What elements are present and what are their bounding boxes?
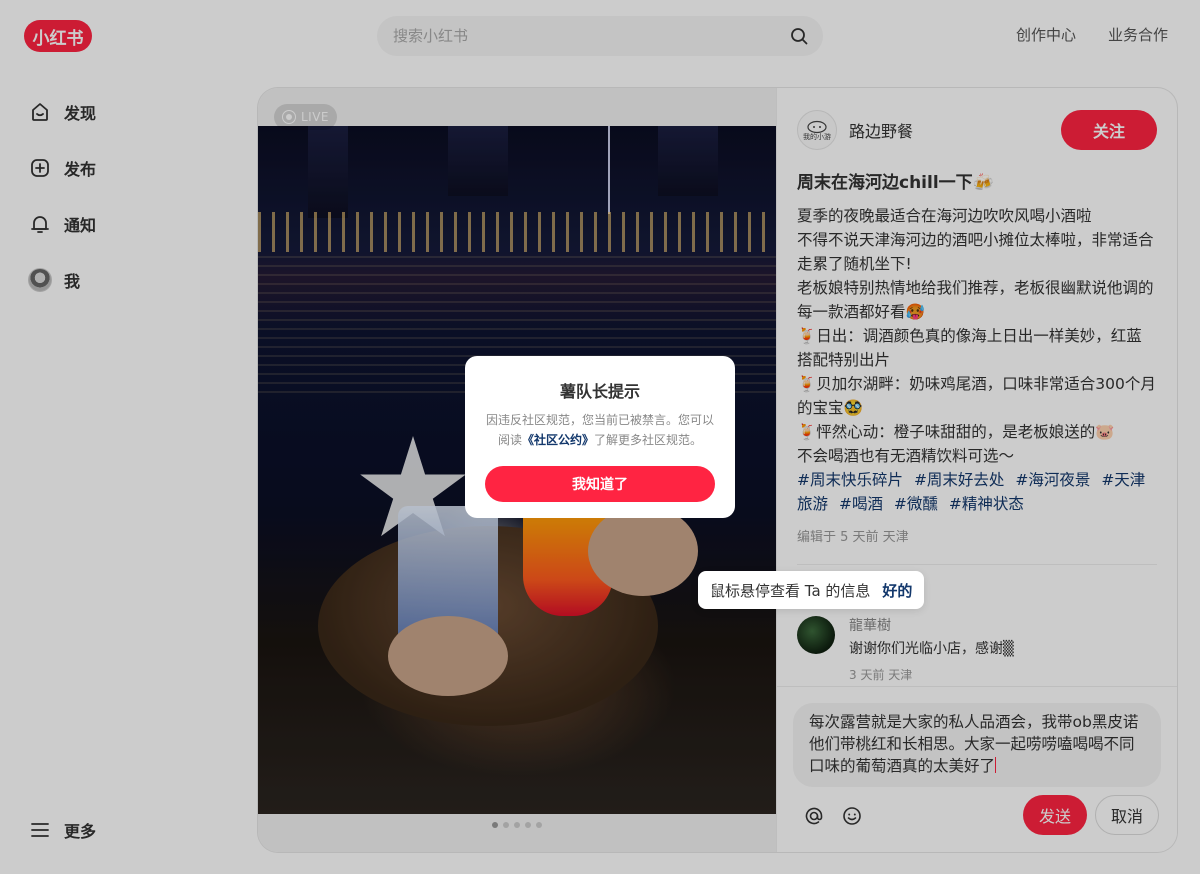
community-rules-link[interactable]: 《社区公约》	[522, 433, 594, 447]
dialog-title: 薯队长提示	[559, 382, 640, 401]
dialog-text-after: 了解更多社区规范。	[594, 433, 703, 447]
hover-tip: 鼠标悬停查看 Ta 的信息 好的	[698, 571, 925, 609]
hover-tip-text: 鼠标悬停查看 Ta 的信息	[710, 581, 871, 600]
hover-tip-ok-button[interactable]: 好的	[882, 580, 912, 601]
mute-notice-dialog: 薯队长提示 因违反社区规范，您当前已被禁言。您可以阅读《社区公约》了解更多社区规…	[465, 356, 735, 518]
acknowledge-button[interactable]: 我知道了	[485, 466, 715, 502]
dialog-text: 因违反社区规范，您当前已被禁言。您可以阅读《社区公约》了解更多社区规范。	[483, 410, 717, 450]
